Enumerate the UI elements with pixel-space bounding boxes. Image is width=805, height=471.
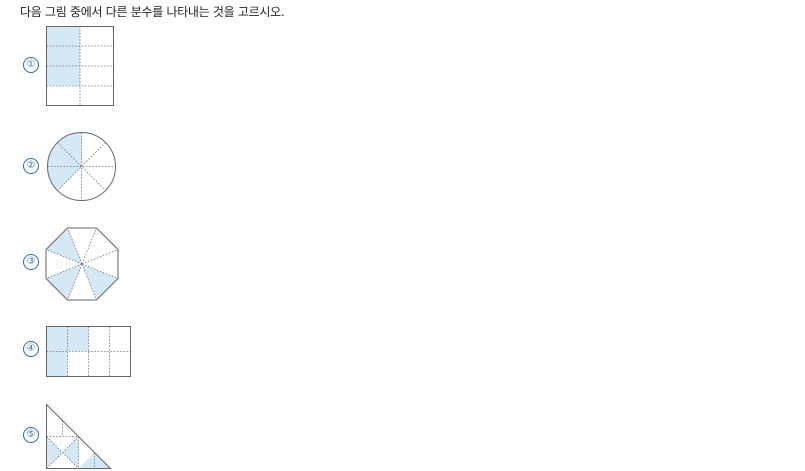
choice-number-5[interactable]: ⑤ bbox=[23, 427, 39, 443]
question-text: 다음 그림 중에서 다른 분수를 나타내는 것을 고르시오. bbox=[20, 5, 285, 19]
figure-3-octagon[interactable] bbox=[45, 227, 119, 301]
choice-number-1[interactable]: ① bbox=[23, 57, 39, 73]
choice-number-4[interactable]: ④ bbox=[23, 341, 39, 357]
choice-number-2[interactable]: ② bbox=[23, 158, 39, 174]
shaded-region bbox=[46, 26, 80, 86]
figure-4-rectangle[interactable] bbox=[46, 326, 132, 377]
figure-1-rectangle[interactable] bbox=[46, 26, 114, 106]
figure-2-circle[interactable] bbox=[46, 131, 118, 203]
figure-5-right-triangle[interactable] bbox=[46, 403, 112, 470]
choice-number-3[interactable]: ③ bbox=[23, 254, 39, 270]
